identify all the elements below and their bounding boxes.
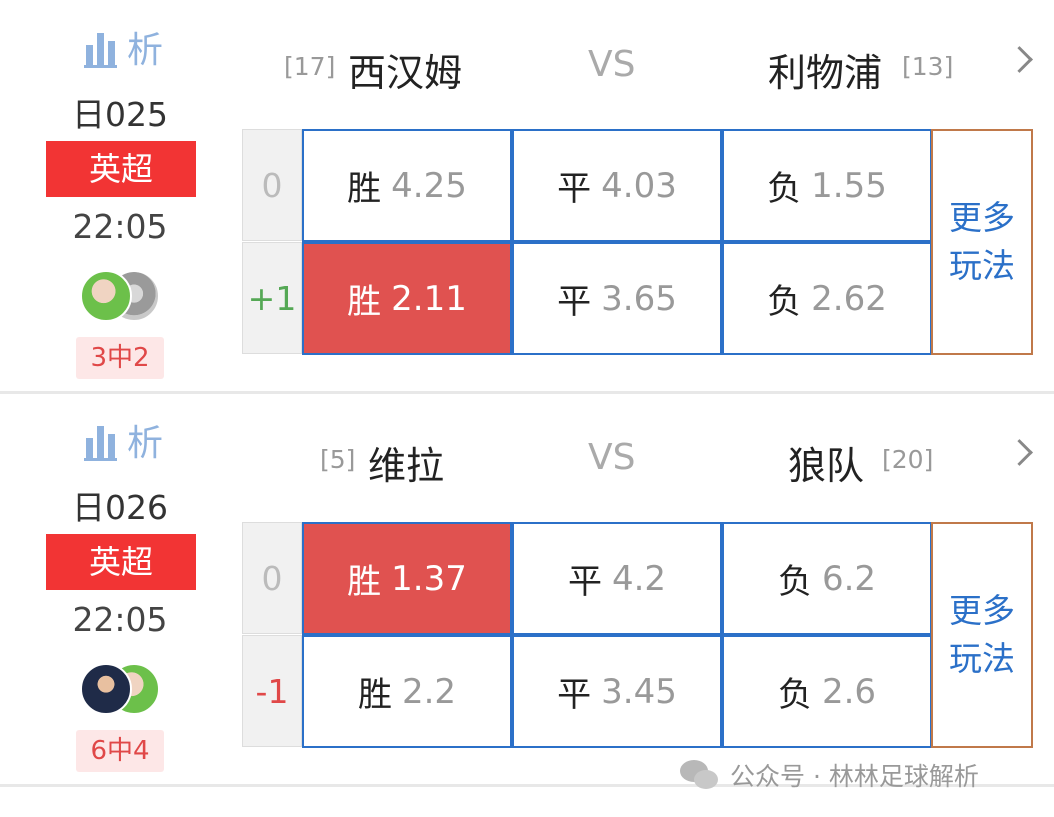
analyze-button[interactable]: 析 xyxy=(84,415,163,465)
home-rank: [5] xyxy=(320,445,356,474)
odds-value: 2.11 xyxy=(391,278,467,319)
odds-cell-draw[interactable]: 平 3.65 xyxy=(512,242,722,355)
chevron-right-icon[interactable] xyxy=(1006,439,1033,466)
odds-label: 胜 xyxy=(357,675,392,715)
handicap-label: 0 xyxy=(242,522,302,634)
more-label-line1: 更多 xyxy=(949,198,1015,237)
odds-cell-draw[interactable]: 平 4.2 xyxy=(512,522,722,635)
odds-cell-away-win[interactable]: 负 1.55 xyxy=(722,129,932,242)
odds-label: 负 xyxy=(777,675,812,715)
away-rank: [20] xyxy=(882,445,934,474)
odds-value: 4.25 xyxy=(391,165,467,206)
analyze-label: 析 xyxy=(127,30,164,71)
expert-avatars[interactable] xyxy=(80,270,164,324)
odds-grid: 0 胜 1.37 平 4.2 负 6.2 -1 胜 2.2 平 3.45 负 2.6 更多 … xyxy=(242,522,1033,748)
home-team: 西汉姆 xyxy=(348,51,463,95)
odds-value: 4.03 xyxy=(601,165,677,206)
watermark-text: 公众号 · 林林足球解析 xyxy=(730,762,979,791)
odds-value: 4.2 xyxy=(611,558,667,599)
odds-cell-draw[interactable]: 平 3.45 xyxy=(512,635,722,748)
odds-cell-home-win[interactable]: 胜 2.2 xyxy=(302,635,512,748)
away-team: 利物浦 xyxy=(768,51,883,95)
odds-label: 胜 xyxy=(347,562,382,602)
more-label-line2: 玩法 xyxy=(949,639,1015,678)
odds-value: 1.37 xyxy=(391,558,467,599)
more-options-button[interactable]: 更多 玩法 xyxy=(931,129,1033,355)
odds-label: 胜 xyxy=(347,282,382,322)
odds-value: 6.2 xyxy=(821,558,877,599)
odds-label: 负 xyxy=(777,562,812,602)
more-options-button[interactable]: 更多 玩法 xyxy=(931,522,1033,748)
avatar xyxy=(80,270,132,322)
league-badge: 英超 xyxy=(46,534,196,590)
league-badge: 英超 xyxy=(46,141,196,197)
handicap-label: +1 xyxy=(242,242,302,354)
analyze-label: 析 xyxy=(127,423,164,464)
home-team: 维拉 xyxy=(368,444,445,488)
odds-cell-away-win[interactable]: 负 2.6 xyxy=(722,635,932,748)
odds-grid: 0 胜 4.25 平 4.03 负 1.55 +1 胜 2.11 平 3.65 负 2.62… xyxy=(242,129,1033,355)
hit-record-badge: 3中2 xyxy=(76,337,164,379)
away-rank: [13] xyxy=(902,52,954,81)
odds-label: 负 xyxy=(767,282,802,322)
odds-value: 3.45 xyxy=(601,671,677,712)
expert-avatars[interactable] xyxy=(80,663,164,717)
odds-cell-home-win[interactable]: 胜 2.11 xyxy=(302,242,512,355)
odds-cell-home-win[interactable]: 胜 1.37 xyxy=(302,522,512,635)
odds-value: 2.2 xyxy=(401,671,457,712)
odds-cell-home-win[interactable]: 胜 4.25 xyxy=(302,129,512,242)
odds-label: 平 xyxy=(567,562,602,602)
match-card: 析 日026 英超 22:05 6中4 [5] 维拉 VS 狼队 [20] 0 … xyxy=(0,393,1054,785)
odds-value: 1.55 xyxy=(811,165,887,206)
handicap-label: 0 xyxy=(242,129,302,241)
kickoff-time: 22:05 xyxy=(72,207,168,246)
kickoff-time: 22:05 xyxy=(72,600,168,639)
hit-record-badge: 6中4 xyxy=(76,730,164,772)
home-rank: [17] xyxy=(284,52,336,81)
odds-label: 胜 xyxy=(347,169,382,209)
match-code: 日025 xyxy=(72,95,168,134)
match-card: 析 日025 英超 22:05 3中2 [17] 西汉姆 VS 利物浦 [13]… xyxy=(0,0,1054,392)
more-label-line1: 更多 xyxy=(949,591,1015,630)
handicap-label: -1 xyxy=(242,635,302,747)
odds-label: 平 xyxy=(557,675,592,715)
odds-value: 2.6 xyxy=(821,671,877,712)
odds-cell-draw[interactable]: 平 4.03 xyxy=(512,129,722,242)
odds-label: 平 xyxy=(557,282,592,322)
odds-label: 平 xyxy=(557,169,592,209)
odds-cell-away-win[interactable]: 负 6.2 xyxy=(722,522,932,635)
analyze-button[interactable]: 析 xyxy=(84,22,163,72)
more-label-line2: 玩法 xyxy=(949,246,1015,285)
odds-value: 2.62 xyxy=(811,278,887,319)
bar-chart-icon xyxy=(84,420,117,461)
watermark: 公众号 · 林林足球解析 xyxy=(680,757,979,793)
match-code: 日026 xyxy=(72,488,168,527)
away-team: 狼队 xyxy=(788,444,865,488)
bar-chart-icon xyxy=(84,27,117,68)
vs-label: VS xyxy=(588,44,636,85)
chevron-right-icon[interactable] xyxy=(1006,46,1033,73)
wechat-icon xyxy=(680,760,720,790)
odds-cell-away-win[interactable]: 负 2.62 xyxy=(722,242,932,355)
odds-value: 3.65 xyxy=(601,278,677,319)
vs-label: VS xyxy=(588,437,636,478)
odds-label: 负 xyxy=(767,169,802,209)
avatar xyxy=(80,663,132,715)
